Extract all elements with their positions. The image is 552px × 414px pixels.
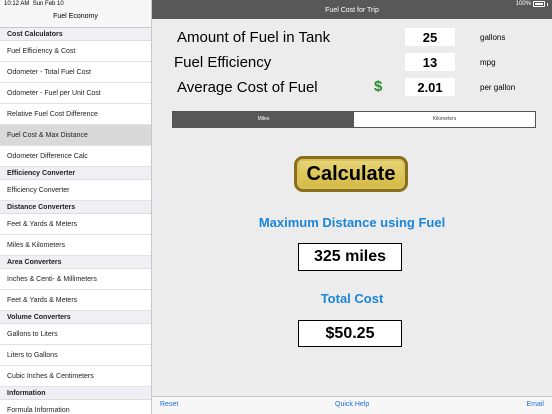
fuel-amount-row: Amount of Fuel in Tank 25 gallons — [152, 27, 552, 49]
battery-percent: 100% — [515, 1, 531, 7]
sidebar-section-header: Distance Converters — [0, 201, 151, 214]
efficiency-row: Fuel Efficiency 13 mpg — [152, 52, 552, 74]
status-date: Sun Feb 10 — [32, 1, 64, 7]
status-time: 10:12 AM — [4, 1, 30, 7]
email-button[interactable]: Email — [526, 401, 544, 408]
sidebar-item[interactable]: Miles & Kilometers — [0, 235, 151, 256]
sidebar-section-header: Volume Converters — [0, 311, 151, 324]
sidebar-item[interactable]: Odometer Difference Calc — [0, 146, 151, 167]
sidebar-item[interactable]: Efficiency Converter — [0, 180, 151, 201]
main-panel: Fuel Cost for Trip Amount of Fuel in Tan… — [152, 0, 552, 414]
calculate-button[interactable]: Calculate — [294, 156, 408, 192]
sidebar-item[interactable]: Feet & Yards & Meters — [0, 214, 151, 235]
bottom-toolbar: Reset Quick Help Email — [152, 396, 552, 414]
battery-tip — [547, 2, 548, 6]
unit-segmented-control: Miles Kilometers — [172, 111, 536, 128]
sidebar-item[interactable]: Odometer - Fuel per Unit Cost — [0, 83, 151, 104]
sidebar-section-header: Area Converters — [0, 256, 151, 269]
max-distance-heading: Maximum Distance using Fuel — [258, 215, 446, 230]
total-cost-result: $50.25 — [298, 320, 402, 347]
efficiency-input[interactable]: 13 — [405, 53, 455, 71]
status-time-date: 10:12 AM Sun Feb 10 — [4, 1, 64, 7]
fuel-amount-label: Amount of Fuel in Tank — [177, 29, 331, 46]
reset-button[interactable]: Reset — [160, 401, 178, 408]
sidebar-section-header: Cost Calculators — [0, 28, 151, 41]
status-battery: 100% — [516, 1, 548, 7]
sidebar-section-header: Information — [0, 387, 151, 400]
sidebar-item[interactable]: Fuel Efficiency & Cost — [0, 41, 151, 62]
sidebar: Fuel Economy Cost Calculators Fuel Effici… — [0, 0, 152, 414]
dollar-sign: $ — [374, 78, 383, 95]
sidebar-section-header: Efficiency Converter — [0, 167, 151, 180]
max-distance-result: 325 miles — [298, 243, 402, 271]
fuel-amount-input[interactable]: 25 — [405, 28, 455, 46]
sidebar-item[interactable]: Formula Information — [0, 400, 151, 414]
sidebar-item[interactable]: Inches & Centi- & Millimeters — [0, 269, 151, 290]
fuel-amount-unit: gallons — [480, 33, 506, 42]
page-title: Fuel Cost for Trip — [152, 0, 552, 19]
segment-kilometers[interactable]: Kilometers — [354, 112, 535, 127]
sidebar-item[interactable]: Gallons to Liters — [0, 324, 151, 345]
sidebar-list: Cost Calculators Fuel Efficiency & Cost Od… — [0, 28, 151, 414]
segment-miles[interactable]: Miles — [173, 112, 354, 127]
sidebar-item[interactable]: Feet & Yards & Meters — [0, 290, 151, 311]
efficiency-unit: mpg — [480, 58, 496, 67]
efficiency-label: Fuel Efficiency — [174, 54, 272, 71]
avg-cost-row: Average Cost of Fuel $ 2.01 per gallon — [152, 77, 552, 99]
avg-cost-label: Average Cost of Fuel — [177, 79, 318, 96]
sidebar-item[interactable]: Relative Fuel Cost Difference — [0, 104, 151, 125]
avg-cost-input[interactable]: 2.01 — [405, 78, 455, 96]
avg-cost-unit: per gallon — [480, 83, 516, 92]
quick-help-button[interactable]: Quick Help — [335, 401, 369, 408]
sidebar-item[interactable]: Cubic Inches & Centimeters — [0, 366, 151, 387]
sidebar-item[interactable]: Fuel Cost & Max Distance — [0, 125, 151, 146]
sidebar-item[interactable]: Liters to Gallons — [0, 345, 151, 366]
total-cost-heading: Total Cost — [320, 291, 384, 306]
sidebar-item[interactable]: Odometer - Total Fuel Cost — [0, 62, 151, 83]
battery-icon — [533, 1, 545, 7]
